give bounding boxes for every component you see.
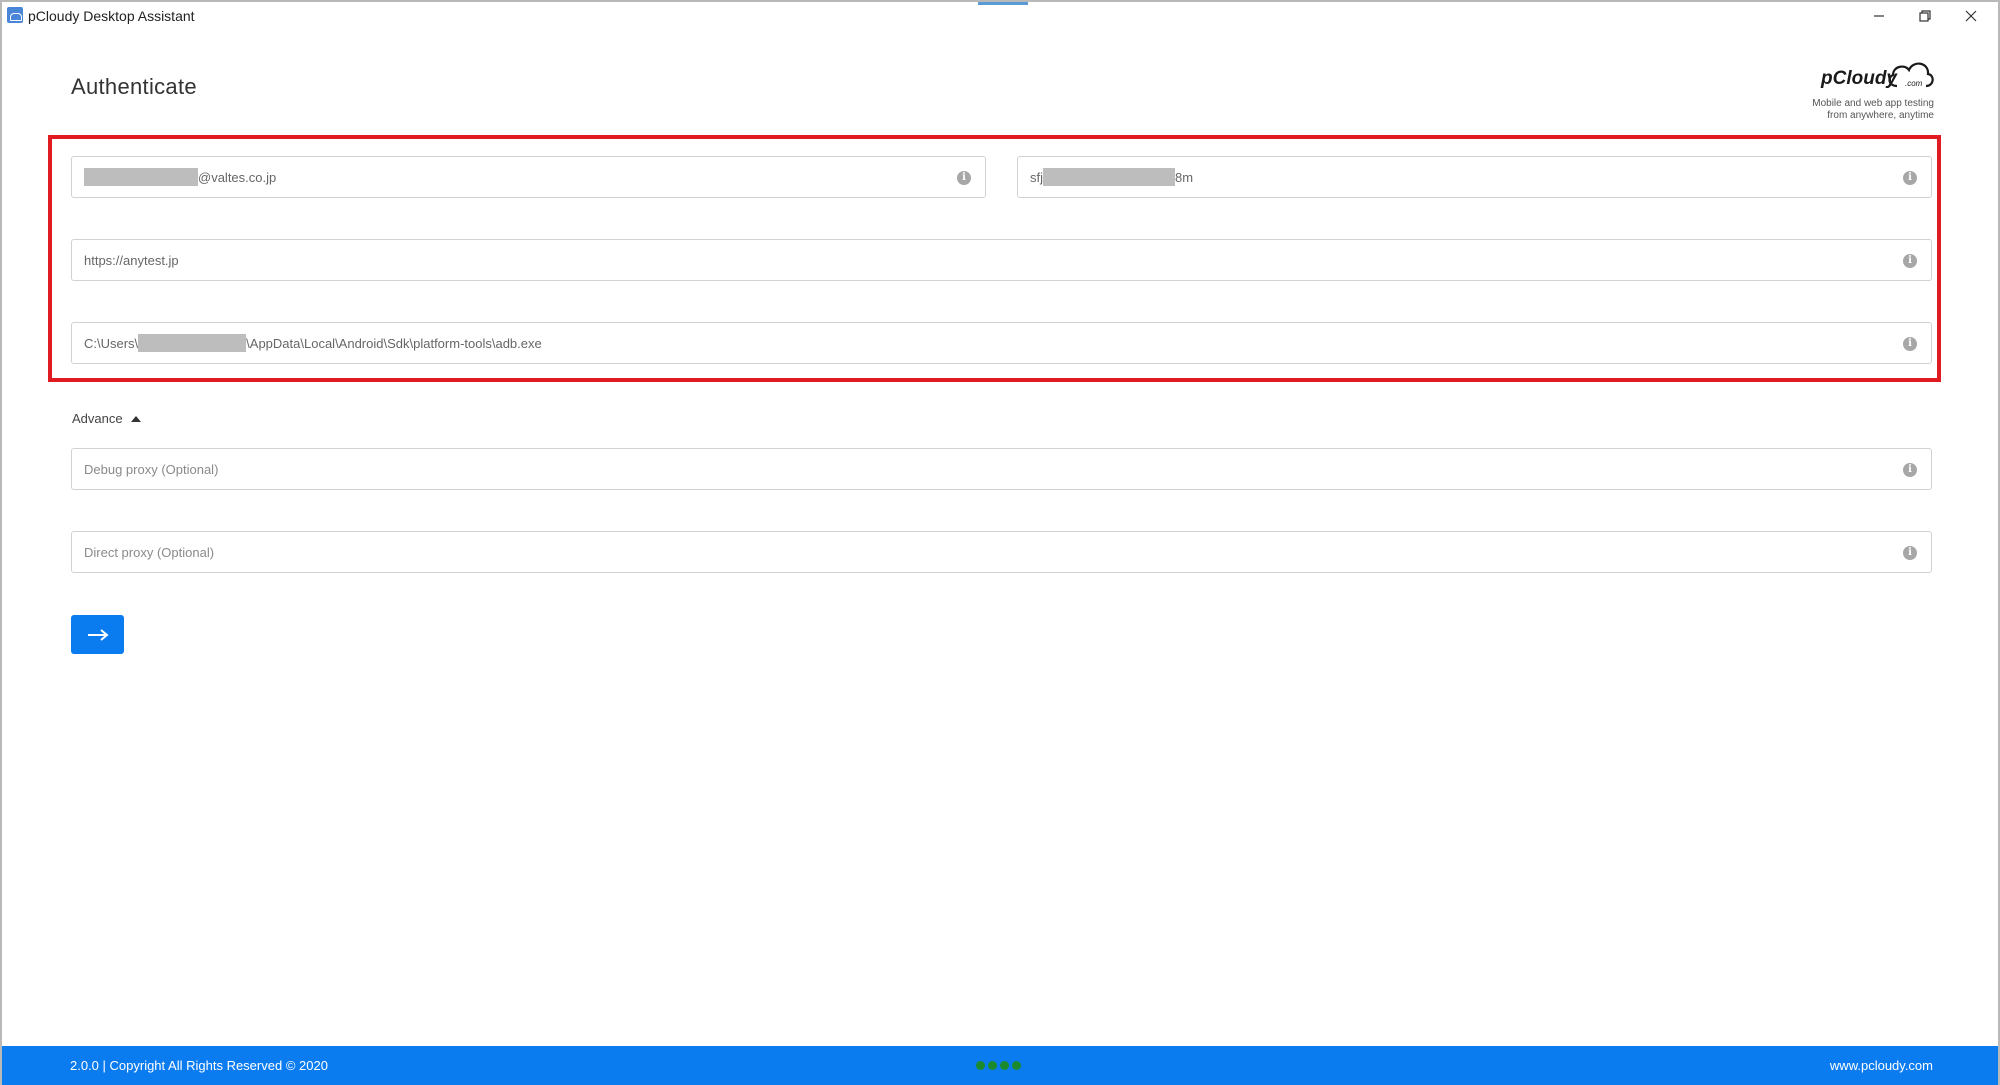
- logo-wordmark: pCloudy: [1820, 68, 1898, 89]
- close-button[interactable]: [1948, 2, 1994, 30]
- tagline-line-1: Mobile and web app testing: [1812, 98, 1934, 109]
- direct-proxy-field[interactable]: Direct proxy (Optional) i: [71, 531, 1932, 573]
- advance-label: Advance: [72, 411, 123, 426]
- status-dot: [1000, 1061, 1009, 1070]
- footer-bar: 2.0.0 | Copyright All Rights Reserved © …: [2, 1046, 1998, 1085]
- email-suffix: @valtes.co.jp: [198, 170, 277, 185]
- info-icon[interactable]: i: [1903, 171, 1917, 185]
- restore-button[interactable]: [1902, 2, 1948, 30]
- caret-up-icon: [130, 415, 141, 422]
- info-icon[interactable]: i: [1903, 463, 1917, 477]
- direct-proxy-placeholder: Direct proxy (Optional): [84, 545, 215, 560]
- title-bar: pCloudy Desktop Assistant: [2, 2, 1998, 30]
- adb-path-prefix: C:\Users\: [84, 336, 139, 351]
- email-field[interactable]: @valtes.co.jp i: [71, 156, 986, 198]
- submit-button[interactable]: [71, 615, 124, 654]
- info-icon[interactable]: i: [1903, 337, 1917, 351]
- arrow-right-icon: [87, 628, 109, 641]
- advance-toggle[interactable]: Advance: [72, 411, 141, 426]
- access-key-prefix: sfj: [1030, 170, 1043, 185]
- footer-copyright: 2.0.0 | Copyright All Rights Reserved © …: [70, 1058, 328, 1073]
- status-indicator: [976, 1061, 1021, 1070]
- app-window: pCloudy Desktop Assistant Authenticate p…: [0, 0, 2000, 1085]
- access-key-field[interactable]: sfj 8m i: [1017, 156, 1932, 198]
- minimize-icon: [1874, 15, 1884, 17]
- app-icon: [7, 7, 23, 23]
- access-key-suffix: 8m: [1175, 170, 1194, 185]
- logo-suffix: .com: [1905, 79, 1923, 88]
- window-title: pCloudy Desktop Assistant: [28, 8, 195, 24]
- restore-icon: [1919, 10, 1931, 22]
- redacted-block: [1043, 168, 1175, 187]
- status-dot: [1012, 1061, 1021, 1070]
- debug-proxy-placeholder: Debug proxy (Optional): [84, 462, 219, 477]
- tagline-line-2: from anywhere, anytime: [1827, 110, 1934, 121]
- info-icon[interactable]: i: [957, 171, 971, 185]
- redacted-block: [138, 334, 247, 353]
- page-title: Authenticate: [71, 74, 197, 99]
- title-bar-accent: [978, 2, 1028, 5]
- info-icon[interactable]: i: [1903, 254, 1917, 268]
- access-key-value: sfj 8m: [1030, 168, 1194, 187]
- adb-path-field[interactable]: C:\Users\ \AppData\Local\Android\Sdk\plat…: [71, 322, 1932, 364]
- adb-path-value: C:\Users\ \AppData\Local\Android\Sdk\plat…: [84, 334, 542, 353]
- minimize-button[interactable]: [1856, 2, 1902, 30]
- footer-website-link[interactable]: www.pcloudy.com: [1830, 1058, 1933, 1073]
- info-icon[interactable]: i: [1903, 546, 1917, 560]
- url-field[interactable]: https://anytest.jp i: [71, 239, 1932, 281]
- logo-tagline: Mobile and web app testing from anywhere…: [1774, 98, 1934, 122]
- status-dot: [988, 1061, 997, 1070]
- url-value: https://anytest.jp: [84, 253, 179, 268]
- email-value: @valtes.co.jp: [84, 168, 277, 187]
- debug-proxy-field[interactable]: Debug proxy (Optional) i: [71, 448, 1932, 490]
- close-icon: [1965, 10, 1977, 22]
- adb-path-suffix: \AppData\Local\Android\Sdk\platform-tool…: [246, 336, 542, 351]
- status-dot: [976, 1061, 985, 1070]
- pcloudy-logo: pCloudy .com Mobile and web app testing …: [1782, 56, 1934, 128]
- cloud-logo-icon: pCloudy .com: [1820, 62, 1934, 89]
- redacted-block: [84, 168, 198, 187]
